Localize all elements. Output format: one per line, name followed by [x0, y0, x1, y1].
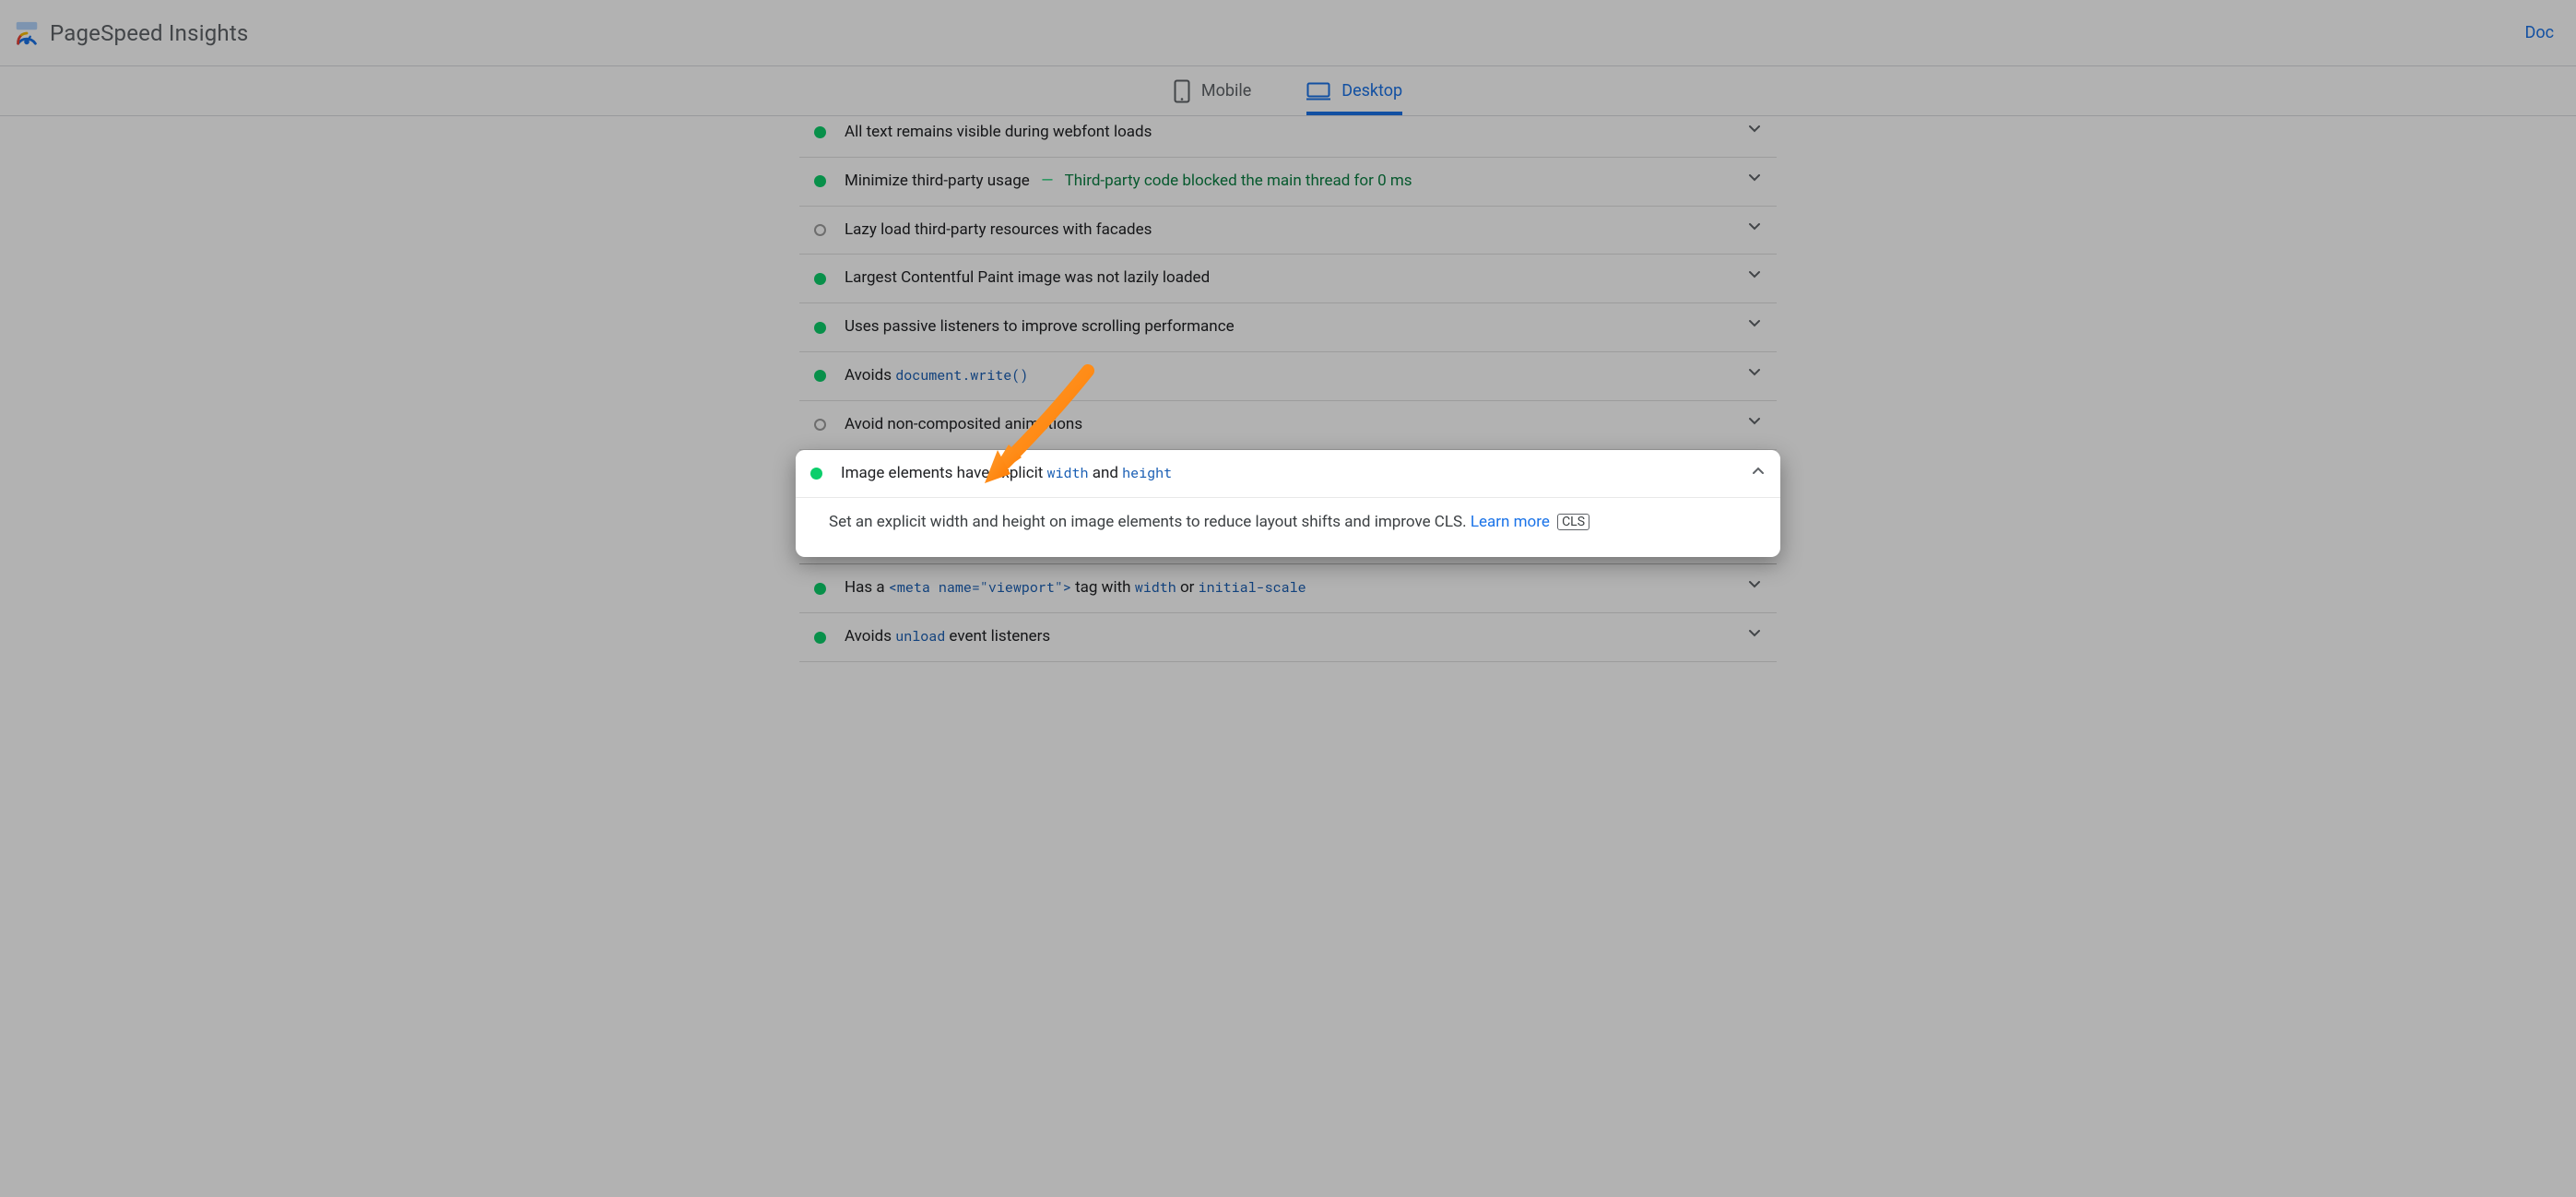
audit-row[interactable]: Lazy load third-party resources with fac…	[799, 207, 1777, 255]
app-header: PageSpeed Insights Doc	[0, 0, 2576, 66]
status-pass-icon	[814, 175, 826, 187]
audit-title: Lazy load third-party resources with fac…	[845, 219, 1747, 242]
tab-mobile-label: Mobile	[1201, 81, 1251, 101]
status-pass-icon	[814, 370, 826, 382]
code-snippet: width	[1047, 464, 1089, 482]
audit-title: Largest Contentful Paint image was not l…	[845, 267, 1747, 290]
chevron-down-icon	[1747, 267, 1762, 290]
audit-description: Set an explicit width and height on imag…	[796, 498, 1780, 557]
pagespeed-logo-icon	[13, 19, 41, 47]
code-snippet: <meta name="viewport">	[889, 578, 1071, 597]
chevron-down-icon	[1747, 365, 1762, 387]
tab-mobile[interactable]: Mobile	[1174, 66, 1251, 115]
tab-desktop[interactable]: Desktop	[1306, 66, 1402, 115]
device-tabs: Mobile Desktop	[0, 66, 2576, 116]
chevron-down-icon	[1747, 626, 1762, 648]
audit-row[interactable]: All text remains visible during webfont …	[799, 116, 1777, 158]
audit-title: Avoid non-composited animations	[845, 414, 1747, 436]
audit-title: Image elements have explicit width and h…	[841, 463, 1751, 485]
chevron-down-icon	[1747, 414, 1762, 436]
audit-title-text: Has a	[845, 578, 889, 597]
audit-title: Avoids document.write()	[845, 365, 1747, 387]
audit-row[interactable]: Avoids unload event listeners	[799, 613, 1777, 662]
audit-row-expanded: Image elements have explicit width and h…	[796, 450, 1780, 558]
chevron-down-icon	[1747, 171, 1762, 193]
audit-title: Uses passive listeners to improve scroll…	[845, 316, 1747, 338]
audit-title-text: and	[1089, 464, 1123, 482]
status-pass-icon	[810, 468, 822, 480]
brand: PageSpeed Insights	[13, 19, 248, 47]
status-info-icon	[814, 224, 826, 236]
status-pass-icon	[814, 632, 826, 644]
audit-title-text: event listeners	[945, 627, 1050, 646]
audit-row[interactable]: Largest Contentful Paint image was not l…	[799, 255, 1777, 303]
audit-title-text: Avoids	[845, 627, 895, 646]
audit-row[interactable]: Image elements have explicit width and h…	[796, 450, 1780, 499]
learn-more-link[interactable]: Learn more	[1471, 513, 1550, 531]
chevron-down-icon	[1747, 577, 1762, 599]
app-title: PageSpeed Insights	[50, 20, 248, 46]
desktop-icon	[1306, 82, 1330, 101]
audit-title: All text remains visible during webfont …	[845, 122, 1747, 144]
status-pass-icon	[814, 126, 826, 138]
metric-tag: CLS	[1557, 514, 1589, 530]
chevron-down-icon	[1747, 122, 1762, 144]
status-pass-icon	[814, 322, 826, 334]
audit-title-text: tag with	[1071, 578, 1135, 597]
audit-row[interactable]: Minimize third-party usage — Third-party…	[799, 158, 1777, 207]
audit-row[interactable]: Has a <meta name="viewport"> tag with wi…	[799, 564, 1777, 613]
audit-list: All text remains visible during webfont …	[799, 116, 1777, 662]
code-snippet: document.write()	[895, 366, 1028, 385]
docs-link[interactable]: Doc	[2525, 23, 2555, 42]
mobile-icon	[1174, 79, 1190, 103]
code-snippet: unload	[895, 627, 945, 646]
audit-title: Minimize third-party usage — Third-party…	[845, 171, 1747, 193]
audit-row[interactable]: Avoid non-composited animations	[799, 401, 1777, 450]
audit-title-text: Minimize third-party usage	[845, 172, 1030, 190]
audit-row[interactable]: Avoids document.write()	[799, 352, 1777, 401]
chevron-down-icon	[1747, 316, 1762, 338]
audit-title: Has a <meta name="viewport"> tag with wi…	[845, 577, 1747, 599]
chevron-up-icon	[1751, 463, 1766, 485]
dash-separator: —	[1037, 172, 1058, 190]
tab-desktop-label: Desktop	[1341, 81, 1402, 101]
audit-description-text: Set an explicit width and height on imag…	[829, 513, 1471, 531]
status-pass-icon	[814, 273, 826, 285]
audit-title-text: or	[1176, 578, 1199, 597]
status-info-icon	[814, 419, 826, 431]
code-snippet: height	[1122, 464, 1172, 482]
code-snippet: width	[1135, 578, 1176, 597]
audit-row[interactable]: Uses passive listeners to improve scroll…	[799, 303, 1777, 352]
status-pass-icon	[814, 583, 826, 595]
audit-title-text: Avoids	[845, 366, 895, 385]
code-snippet: initial-scale	[1199, 578, 1306, 597]
audit-title-text: Image elements have explicit	[841, 464, 1047, 482]
audit-title: Avoids unload event listeners	[845, 626, 1747, 648]
audit-detail-text: Third-party code blocked the main thread…	[1065, 172, 1412, 190]
divider	[799, 557, 1777, 564]
chevron-down-icon	[1747, 219, 1762, 242]
